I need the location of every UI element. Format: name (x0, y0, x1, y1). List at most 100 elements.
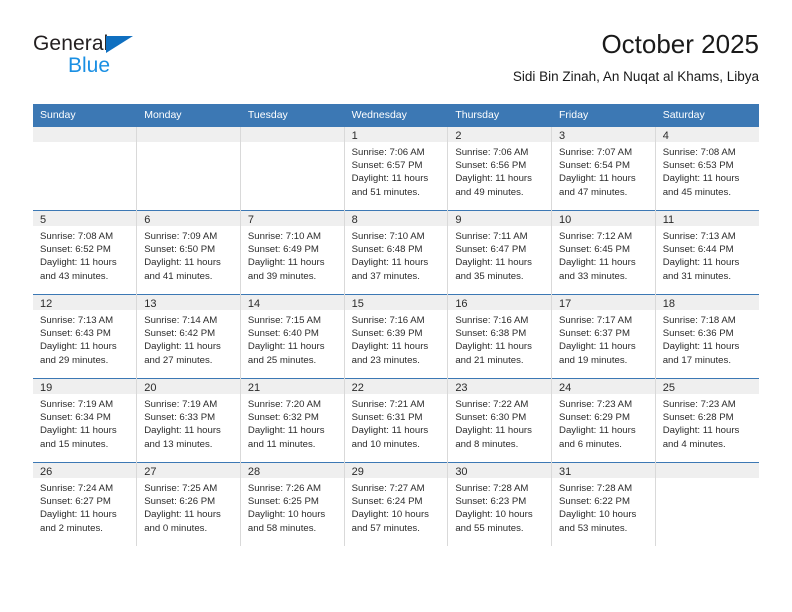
day-cell[interactable]: 8 Sunrise: 7:10 AM Sunset: 6:48 PM Dayli… (344, 210, 449, 295)
day-number: 3 (552, 127, 655, 142)
day-cell[interactable]: 18 Sunrise: 7:18 AM Sunset: 6:36 PM Dayl… (655, 294, 759, 379)
sunset-text: Sunset: 6:34 PM (40, 412, 111, 424)
day-number: 30 (448, 463, 552, 478)
sunrise-text: Sunrise: 7:26 AM (247, 483, 321, 494)
day-cell[interactable]: 7 Sunrise: 7:10 AM Sunset: 6:49 PM Dayli… (240, 210, 345, 295)
sunrise-text: Sunrise: 7:09 AM (144, 231, 218, 242)
day-cell[interactable]: 16 Sunrise: 7:16 AM Sunset: 6:38 PM Dayl… (447, 294, 553, 379)
day-number (655, 463, 759, 478)
day-details (241, 142, 344, 146)
day-details: Sunrise: 7:14 AM Sunset: 6:42 PM Dayligh… (137, 310, 240, 367)
sunset-text: Sunset: 6:38 PM (455, 328, 527, 340)
day-cell[interactable]: 2 Sunrise: 7:06 AM Sunset: 6:56 PM Dayli… (447, 126, 553, 211)
sunset-text: Sunset: 6:31 PM (351, 412, 423, 424)
day-cell[interactable]: 14 Sunrise: 7:15 AM Sunset: 6:40 PM Dayl… (240, 294, 345, 379)
daylight-text-line1: Daylight: 11 hours (144, 509, 221, 521)
day-cell[interactable]: 12 Sunrise: 7:13 AM Sunset: 6:43 PM Dayl… (33, 294, 138, 379)
day-number: 24 (552, 379, 655, 394)
day-cell[interactable]: 13 Sunrise: 7:14 AM Sunset: 6:42 PM Dayl… (136, 294, 241, 379)
sunrise-text: Sunrise: 7:06 AM (351, 147, 425, 158)
sunrise-text: Sunrise: 7:16 AM (455, 315, 529, 326)
sunrise-text: Sunrise: 7:13 AM (40, 315, 114, 326)
day-cell[interactable]: 1 Sunrise: 7:06 AM Sunset: 6:57 PM Dayli… (344, 126, 449, 211)
day-details: Sunrise: 7:11 AM Sunset: 6:47 PM Dayligh… (448, 226, 551, 283)
day-cell[interactable]: 24 Sunrise: 7:23 AM Sunset: 6:29 PM Dayl… (551, 378, 656, 463)
day-number: 9 (448, 211, 552, 226)
day-cell[interactable]: 23 Sunrise: 7:22 AM Sunset: 6:30 PM Dayl… (447, 378, 553, 463)
day-number: 10 (552, 211, 655, 226)
day-cell[interactable]: 25 Sunrise: 7:23 AM Sunset: 6:28 PM Dayl… (655, 378, 759, 463)
sunrise-text: Sunrise: 7:28 AM (455, 483, 529, 494)
day-cell[interactable]: 28 Sunrise: 7:26 AM Sunset: 6:25 PM Dayl… (240, 462, 345, 546)
sunrise-text: Sunrise: 7:12 AM (559, 231, 633, 242)
day-cell[interactable]: 31 Sunrise: 7:28 AM Sunset: 6:22 PM Dayl… (551, 462, 656, 546)
day-cell[interactable]: 3 Sunrise: 7:07 AM Sunset: 6:54 PM Dayli… (551, 126, 656, 211)
daylight-text-line2: and 43 minutes. (40, 270, 109, 282)
day-details: Sunrise: 7:28 AM Sunset: 6:22 PM Dayligh… (552, 478, 655, 535)
sunrise-text: Sunrise: 7:18 AM (662, 315, 736, 326)
daylight-text-line1: Daylight: 11 hours (455, 173, 532, 185)
weekday-header-tuesday: Tuesday (240, 104, 345, 127)
day-cell[interactable] (33, 126, 138, 211)
calendar-week-row: 1 Sunrise: 7:06 AM Sunset: 6:57 PM Dayli… (33, 126, 759, 211)
day-details: Sunrise: 7:18 AM Sunset: 6:36 PM Dayligh… (656, 310, 759, 367)
day-cell[interactable]: 6 Sunrise: 7:09 AM Sunset: 6:50 PM Dayli… (136, 210, 241, 295)
sunset-text: Sunset: 6:28 PM (662, 412, 734, 424)
day-details: Sunrise: 7:16 AM Sunset: 6:39 PM Dayligh… (345, 310, 448, 367)
day-cell[interactable]: 21 Sunrise: 7:20 AM Sunset: 6:32 PM Dayl… (240, 378, 345, 463)
day-cell[interactable]: 22 Sunrise: 7:21 AM Sunset: 6:31 PM Dayl… (344, 378, 449, 463)
day-details: Sunrise: 7:16 AM Sunset: 6:38 PM Dayligh… (448, 310, 551, 367)
day-cell[interactable] (136, 126, 241, 211)
daylight-text-line1: Daylight: 11 hours (351, 425, 429, 437)
daylight-text-line2: and 45 minutes. (662, 186, 731, 198)
sunrise-text: Sunrise: 7:23 AM (559, 399, 633, 410)
daylight-text-line1: Daylight: 11 hours (40, 341, 117, 353)
day-cell[interactable]: 29 Sunrise: 7:27 AM Sunset: 6:24 PM Dayl… (344, 462, 449, 546)
sunset-text: Sunset: 6:48 PM (351, 244, 423, 256)
day-cell[interactable]: 9 Sunrise: 7:11 AM Sunset: 6:47 PM Dayli… (447, 210, 553, 295)
daylight-text-line1: Daylight: 11 hours (40, 509, 117, 521)
day-details: Sunrise: 7:06 AM Sunset: 6:56 PM Dayligh… (448, 142, 551, 199)
day-cell[interactable]: 19 Sunrise: 7:19 AM Sunset: 6:34 PM Dayl… (33, 378, 138, 463)
sunset-text: Sunset: 6:27 PM (40, 496, 111, 508)
day-cell[interactable] (240, 126, 345, 211)
day-cell[interactable]: 4 Sunrise: 7:08 AM Sunset: 6:53 PM Dayli… (655, 126, 759, 211)
sunrise-text: Sunrise: 7:28 AM (559, 483, 633, 494)
day-cell[interactable]: 5 Sunrise: 7:08 AM Sunset: 6:52 PM Dayli… (33, 210, 138, 295)
day-details: Sunrise: 7:17 AM Sunset: 6:37 PM Dayligh… (552, 310, 655, 367)
sunrise-text: Sunrise: 7:21 AM (351, 399, 425, 410)
day-number: 6 (137, 211, 240, 226)
day-number: 31 (552, 463, 655, 478)
sunrise-text: Sunrise: 7:11 AM (455, 231, 528, 242)
calendar-week-row: 5 Sunrise: 7:08 AM Sunset: 6:52 PM Dayli… (33, 210, 759, 295)
day-details (137, 142, 240, 146)
day-cell[interactable]: 17 Sunrise: 7:17 AM Sunset: 6:37 PM Dayl… (551, 294, 656, 379)
sunrise-text: Sunrise: 7:20 AM (247, 399, 321, 410)
day-number: 1 (344, 127, 448, 142)
daylight-text-line2: and 31 minutes. (662, 270, 731, 282)
daylight-text-line2: and 17 minutes. (662, 354, 731, 366)
daylight-text-line2: and 57 minutes. (351, 522, 420, 534)
sunset-text: Sunset: 6:33 PM (144, 412, 216, 424)
calendar-week-row: 19 Sunrise: 7:19 AM Sunset: 6:34 PM Dayl… (33, 378, 759, 463)
day-number (240, 127, 344, 142)
day-cell[interactable]: 26 Sunrise: 7:24 AM Sunset: 6:27 PM Dayl… (33, 462, 138, 546)
calendar-body: 1 Sunrise: 7:06 AM Sunset: 6:57 PM Dayli… (33, 126, 759, 546)
sunrise-text: Sunrise: 7:14 AM (144, 315, 218, 326)
day-cell[interactable] (655, 462, 759, 546)
day-cell[interactable]: 10 Sunrise: 7:12 AM Sunset: 6:45 PM Dayl… (551, 210, 656, 295)
sunset-text: Sunset: 6:50 PM (144, 244, 216, 256)
sunset-text: Sunset: 6:37 PM (559, 328, 630, 340)
daylight-text-line2: and 37 minutes. (351, 270, 420, 282)
weekday-header-thursday: Thursday (447, 104, 553, 127)
day-cell[interactable]: 20 Sunrise: 7:19 AM Sunset: 6:33 PM Dayl… (136, 378, 241, 463)
weekday-header-sunday: Sunday (33, 104, 138, 127)
day-cell[interactable]: 11 Sunrise: 7:13 AM Sunset: 6:44 PM Dayl… (655, 210, 759, 295)
day-details: Sunrise: 7:13 AM Sunset: 6:44 PM Dayligh… (656, 226, 759, 283)
sunrise-text: Sunrise: 7:27 AM (351, 483, 425, 494)
day-cell[interactable]: 27 Sunrise: 7:25 AM Sunset: 6:26 PM Dayl… (136, 462, 241, 546)
day-details: Sunrise: 7:08 AM Sunset: 6:52 PM Dayligh… (33, 226, 136, 283)
day-number: 23 (448, 379, 552, 394)
day-cell[interactable]: 30 Sunrise: 7:28 AM Sunset: 6:23 PM Dayl… (447, 462, 553, 546)
day-cell[interactable]: 15 Sunrise: 7:16 AM Sunset: 6:39 PM Dayl… (344, 294, 449, 379)
